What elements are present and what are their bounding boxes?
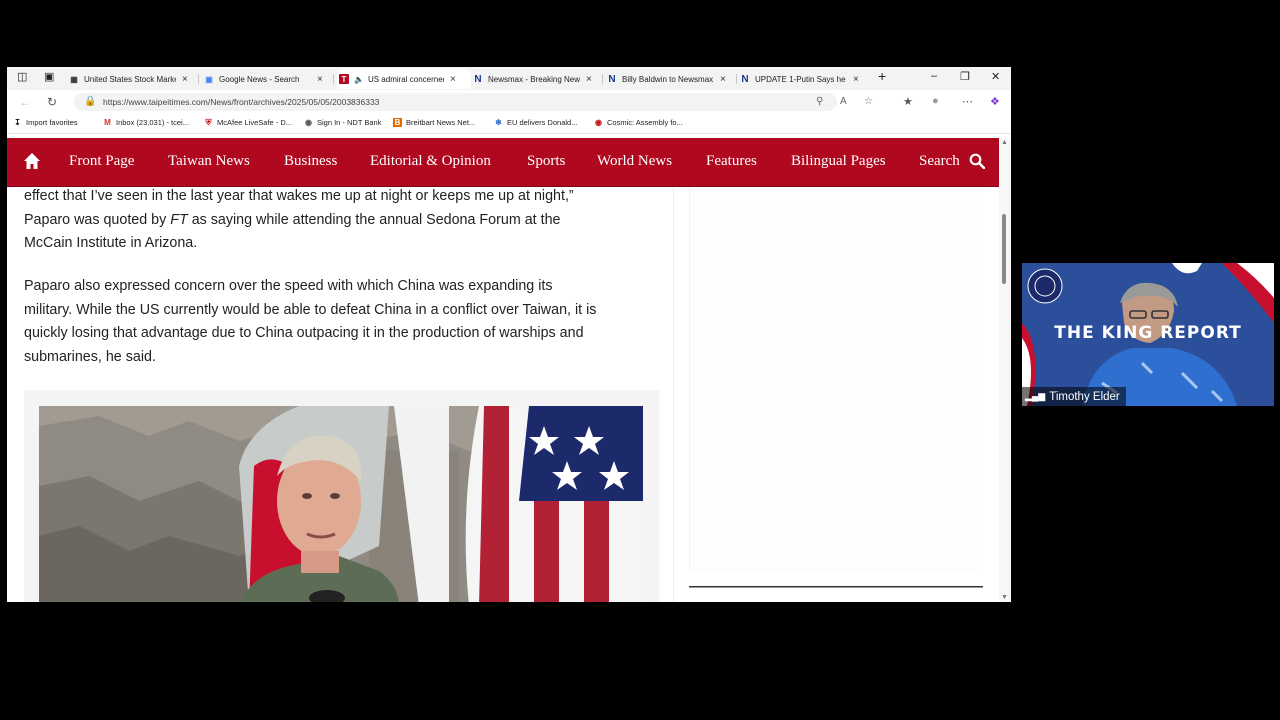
tradingeconomics-icon: ▦ (70, 74, 78, 84)
column-divider (673, 187, 674, 602)
favorites-bar: ↧ Import favorites M Inbox (23,031) - tc… (7, 114, 1011, 134)
favorite-star-icon[interactable]: ☆ (864, 96, 873, 107)
speaker-icon[interactable]: 🔈 (354, 75, 364, 84)
video-call-tile[interactable]: THE KING REPORT ▂▄▆ Timothy Elder (1022, 263, 1274, 406)
import-icon: ↧ (14, 118, 21, 127)
close-tab-icon[interactable]: × (586, 74, 592, 85)
new-tab-icon[interactable]: + (878, 68, 886, 84)
restore-icon[interactable]: ❐ (960, 70, 970, 83)
workspaces-icon[interactable]: ◫ (17, 70, 27, 83)
globe-icon: ◉ (305, 118, 312, 127)
video-banner-text: THE KING REPORT (1054, 323, 1242, 343)
favorite-mcafee[interactable]: ⛨ McAfee LiveSafe - D... (204, 118, 293, 127)
tab-google-news[interactable]: ▣ Google News - Search × (204, 69, 334, 89)
tab-actions-icon[interactable]: ▣ (44, 70, 54, 83)
copilot-icon[interactable]: ❖ (990, 95, 1000, 108)
article-photo[interactable] (39, 406, 643, 602)
refresh-icon[interactable]: ↻ (47, 95, 57, 109)
tab-bar: ◫ ▣ ▦ United States Stock Market × ▣ Goo… (7, 67, 1011, 90)
nav-world-news[interactable]: World News (597, 153, 672, 170)
close-window-icon[interactable]: ✕ (991, 70, 1000, 83)
tab-billy-baldwin[interactable]: N Billy Baldwin to Newsmax × (607, 69, 737, 89)
favorites-icon[interactable]: ★ (903, 95, 913, 108)
read-aloud-icon[interactable]: A (840, 96, 847, 107)
back-icon[interactable]: ← (19, 95, 31, 109)
favorite-inbox[interactable]: M Inbox (23,031) - tcei... (103, 118, 189, 127)
site-navigation: Front Page Taiwan News Business Editoria… (7, 138, 999, 188)
zoom-icon[interactable]: ⚲ (816, 96, 823, 107)
sidebar-ad-area (689, 187, 983, 571)
page-scrollbar[interactable]: ▲ ▼ (999, 138, 1011, 602)
close-tab-icon[interactable]: × (853, 74, 859, 85)
tab-newsmax[interactable]: N Newsmax - Breaking News × (473, 69, 603, 89)
close-tab-icon[interactable]: × (450, 74, 456, 85)
favorite-cosmic[interactable]: ◉ Cosmic: Assembly fo... (594, 118, 683, 127)
signal-bars-icon: ▂▄▆ (1025, 391, 1046, 401)
article-photo-frame (24, 390, 659, 602)
home-icon[interactable] (23, 152, 41, 175)
close-tab-icon[interactable]: × (317, 74, 323, 85)
nav-business[interactable]: Business (284, 153, 337, 170)
profile-icon[interactable]: ● (932, 95, 939, 107)
minimize-icon[interactable]: – (931, 70, 937, 82)
favorite-import[interactable]: ↧ Import favorites (13, 118, 78, 127)
url-field[interactable]: 🔒 https://www.taipeitimes.com/News/front… (74, 93, 873, 111)
nav-taiwan-news[interactable]: Taiwan News (168, 153, 250, 170)
article-paragraph: effect that I’ve seen in the last year t… (24, 188, 574, 252)
cosmic-icon: ◉ (595, 118, 602, 127)
close-tab-icon[interactable]: × (720, 74, 726, 85)
nav-features[interactable]: Features (706, 153, 757, 170)
newsmax-icon: N (608, 73, 616, 85)
favorite-eu-delivers[interactable]: ❄ EU delivers Donald... (494, 118, 577, 127)
nav-sports[interactable]: Sports (527, 153, 565, 170)
tab-putin-update[interactable]: N UPDATE 1-Putin Says he H × (740, 69, 868, 89)
article-paragraph: Paparo also expressed concern over the s… (24, 278, 597, 366)
gmail-icon: M (104, 118, 111, 127)
participant-name-label: ▂▄▆ Timothy Elder (1022, 387, 1126, 406)
search-icon[interactable] (969, 153, 986, 174)
nav-front-page[interactable]: Front Page (69, 153, 134, 170)
favorite-ndt-bank[interactable]: ◉ Sign In - NDT Bank (304, 118, 381, 127)
newsmax-icon: N (741, 73, 749, 85)
tab-stock-market[interactable]: ▦ United States Stock Market × (69, 69, 199, 89)
scroll-down-icon[interactable]: ▼ (1001, 594, 1008, 601)
mcafee-icon: ⛨ (205, 118, 212, 127)
nav-editorial-opinion[interactable]: Editorial & Opinion (370, 153, 491, 170)
sidebar-divider (689, 586, 983, 588)
more-options-icon[interactable]: ⋯ (962, 95, 973, 108)
page-content: effect that I’ve seen in the last year t… (7, 187, 999, 602)
tab-us-admiral[interactable]: T 🔈 US admiral concerned × (337, 69, 471, 89)
url-text: https://www.taipeitimes.com/News/front/a… (103, 97, 380, 107)
scroll-thumb[interactable] (1002, 214, 1006, 284)
taipei-times-icon: T (339, 74, 349, 84)
close-tab-icon[interactable]: × (182, 74, 188, 85)
favorite-breitbart[interactable]: B Breitbart News Net... (393, 118, 475, 127)
breitbart-icon: B (393, 118, 402, 127)
address-bar: ← ↻ 🔒 https://www.taipeitimes.com/News/f… (7, 90, 1011, 114)
browser-window: ◫ ▣ ▦ United States Stock Market × ▣ Goo… (7, 67, 1011, 602)
lock-icon[interactable]: 🔒 (84, 96, 96, 107)
news-icon: ❄ (495, 118, 502, 127)
scroll-up-icon[interactable]: ▲ (1001, 139, 1008, 146)
newsmax-icon: N (474, 73, 482, 85)
google-news-icon: ▣ (205, 74, 213, 84)
nav-bilingual-pages[interactable]: Bilingual Pages (791, 153, 886, 170)
nav-search[interactable]: Search (919, 153, 960, 170)
